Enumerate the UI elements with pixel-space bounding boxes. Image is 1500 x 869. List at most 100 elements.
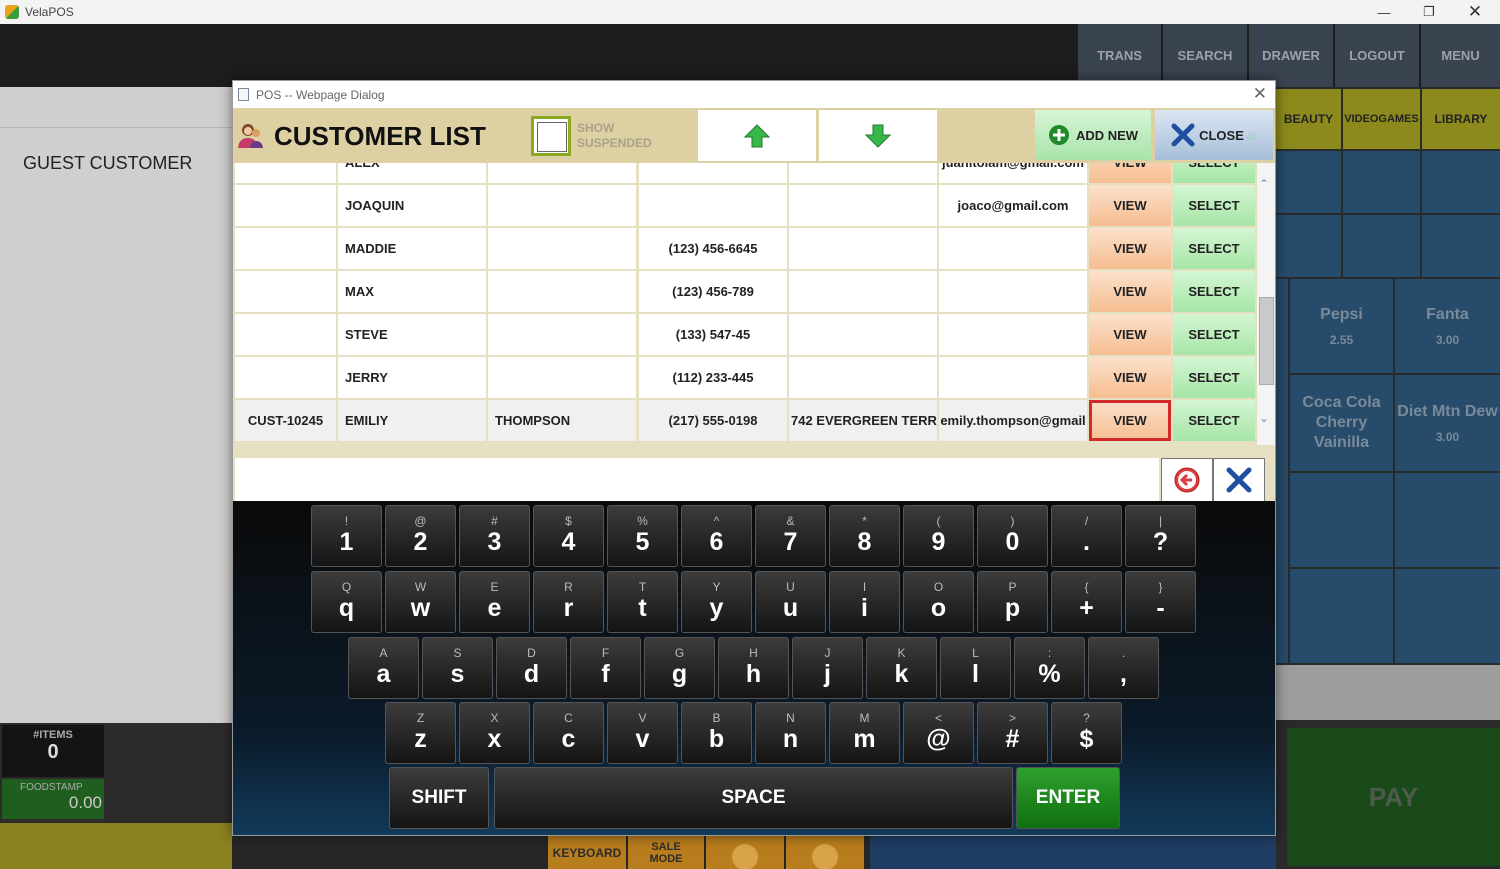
- window-close-icon[interactable]: ✕: [1452, 0, 1498, 24]
- key-y[interactable]: Yy: [681, 571, 752, 633]
- shift-key[interactable]: SHIFT: [389, 767, 489, 829]
- key-e[interactable]: Ee: [459, 571, 530, 633]
- key-z[interactable]: Zz: [385, 702, 456, 764]
- category-library[interactable]: LIBRARY: [1422, 89, 1500, 149]
- keyboard-button[interactable]: KEYBOARD: [548, 836, 626, 869]
- show-suspended-checkbox[interactable]: [531, 116, 571, 156]
- key-q[interactable]: Qq: [311, 571, 382, 633]
- view-button[interactable]: VIEW: [1089, 314, 1171, 355]
- key-r[interactable]: Rr: [533, 571, 604, 633]
- category-videogames[interactable]: VIDEOGAMES: [1343, 89, 1420, 149]
- key-i[interactable]: Ii: [829, 571, 900, 633]
- scroll-down-button[interactable]: [786, 836, 864, 869]
- nav-logout-button[interactable]: LOGOUT: [1333, 24, 1419, 87]
- space-key[interactable]: SPACE: [494, 767, 1013, 829]
- nav-trans-button[interactable]: TRANS: [1076, 24, 1161, 87]
- product-tile[interactable]: [1290, 473, 1393, 567]
- key-?[interactable]: |?: [1125, 505, 1196, 567]
- key-v[interactable]: Vv: [607, 702, 678, 764]
- scroll-down-icon[interactable]: ⌄: [1259, 411, 1269, 425]
- product-tile[interactable]: [1395, 473, 1500, 567]
- enter-key[interactable]: ENTER: [1016, 767, 1120, 829]
- key-w[interactable]: Ww: [385, 571, 456, 633]
- select-button[interactable]: SELECT: [1173, 228, 1255, 269]
- product-coca-cola-cherry[interactable]: Coca Cola Cherry Vainilla: [1290, 375, 1393, 471]
- key-6[interactable]: ^ 6: [681, 505, 752, 567]
- key-o[interactable]: Oo: [903, 571, 974, 633]
- key-l[interactable]: Ll: [940, 637, 1011, 699]
- key-x[interactable]: Xx: [459, 702, 530, 764]
- close-button[interactable]: CLOSE 47: [1155, 110, 1273, 160]
- select-button[interactable]: SELECT: [1173, 357, 1255, 398]
- key-n[interactable]: Nn: [755, 702, 826, 764]
- key-1[interactable]: ! 1: [311, 505, 382, 567]
- key-4[interactable]: $4: [533, 505, 604, 567]
- select-button[interactable]: SELECT: [1173, 271, 1255, 312]
- backspace-button[interactable]: [1161, 458, 1213, 502]
- search-input[interactable]: [235, 458, 1159, 502]
- product-tile[interactable]: [1343, 215, 1420, 277]
- key-+[interactable]: {+: [1051, 571, 1122, 633]
- product-tile[interactable]: [1343, 151, 1420, 213]
- product-tile[interactable]: [1276, 215, 1341, 277]
- key-j[interactable]: Jj: [792, 637, 863, 699]
- product-fanta[interactable]: Fanta 3.00: [1395, 279, 1500, 373]
- key-a[interactable]: Aa: [348, 637, 419, 699]
- view-button[interactable]: VIEW: [1089, 185, 1171, 226]
- key-b[interactable]: Bb: [681, 702, 752, 764]
- vertical-scrollbar[interactable]: ⌃ ⌄: [1257, 163, 1275, 445]
- key-t[interactable]: Tt: [607, 571, 678, 633]
- key-8[interactable]: * 8: [829, 505, 900, 567]
- nav-search-button[interactable]: SEARCH: [1161, 24, 1247, 87]
- minimize-icon[interactable]: —: [1361, 0, 1407, 24]
- key-0[interactable]: ) 0: [977, 505, 1048, 567]
- key-5[interactable]: % 5: [607, 505, 678, 567]
- sale-mode-button[interactable]: SALE MODE: [628, 836, 704, 869]
- key-7[interactable]: & 7: [755, 505, 826, 567]
- view-button[interactable]: VIEW: [1089, 271, 1171, 312]
- product-pepsi[interactable]: Pepsi 2.55: [1290, 279, 1393, 373]
- add-new-button[interactable]: ADD NEW: [1035, 110, 1151, 160]
- key-3[interactable]: #3: [459, 505, 530, 567]
- key-m[interactable]: Mm: [829, 702, 900, 764]
- key-d[interactable]: Dd: [496, 637, 567, 699]
- view-button[interactable]: VIEW: [1089, 163, 1171, 183]
- key-$[interactable]: ? $: [1051, 702, 1122, 764]
- scroll-up-button[interactable]: [706, 836, 784, 869]
- product-tile[interactable]: [1422, 215, 1500, 277]
- select-button[interactable]: SELECT: [1173, 314, 1255, 355]
- key-,[interactable]: .,: [1088, 637, 1159, 699]
- product-tile[interactable]: [1290, 569, 1393, 663]
- category-beauty[interactable]: BEAUTY: [1276, 89, 1341, 149]
- select-button[interactable]: SELECT: [1173, 163, 1255, 183]
- key-p[interactable]: Pp: [977, 571, 1048, 633]
- key-c[interactable]: Cc: [533, 702, 604, 764]
- key-k[interactable]: Kk: [866, 637, 937, 699]
- key-@[interactable]: < @: [903, 702, 974, 764]
- key-#[interactable]: > #: [977, 702, 1048, 764]
- view-button[interactable]: VIEW: [1089, 228, 1171, 269]
- select-button[interactable]: SELECT: [1173, 185, 1255, 226]
- view-button[interactable]: VIEW: [1089, 400, 1171, 441]
- select-button[interactable]: SELECT: [1173, 400, 1255, 441]
- key-%[interactable]: :%: [1014, 637, 1085, 699]
- product-tile[interactable]: [1276, 151, 1341, 213]
- scrollbar-thumb[interactable]: [1259, 297, 1274, 385]
- nav-drawer-button[interactable]: DRAWER: [1247, 24, 1333, 87]
- key-h[interactable]: Hh: [718, 637, 789, 699]
- product-tile[interactable]: [1422, 151, 1500, 213]
- page-down-button[interactable]: [819, 110, 937, 161]
- key-g[interactable]: Gg: [644, 637, 715, 699]
- restore-icon[interactable]: ❐: [1406, 0, 1452, 24]
- key--[interactable]: } -: [1125, 571, 1196, 633]
- dialog-close-icon[interactable]: ✕: [1253, 84, 1267, 104]
- customer-name[interactable]: GUEST CUSTOMER: [23, 153, 192, 174]
- product-diet-mtn-dew[interactable]: Diet Mtn Dew 3.00: [1395, 375, 1500, 471]
- product-tile[interactable]: [1395, 569, 1500, 663]
- view-button[interactable]: VIEW: [1089, 357, 1171, 398]
- key-s[interactable]: Ss: [422, 637, 493, 699]
- key-f[interactable]: Ff: [570, 637, 641, 699]
- key-u[interactable]: Uu: [755, 571, 826, 633]
- page-up-button[interactable]: [698, 110, 816, 161]
- clear-button[interactable]: [1213, 458, 1265, 502]
